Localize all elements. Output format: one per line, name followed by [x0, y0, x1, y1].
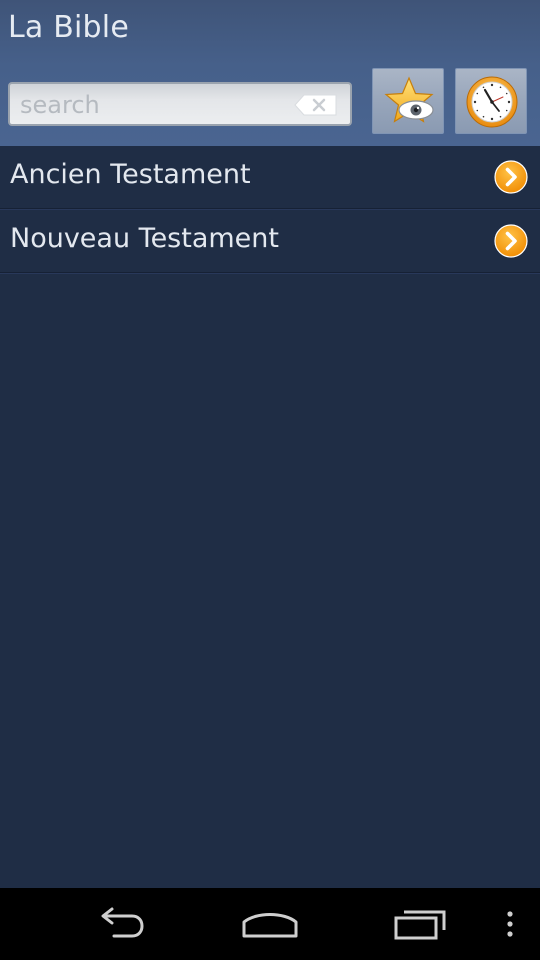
clear-search-icon[interactable] [294, 94, 338, 116]
overflow-menu-icon[interactable] [500, 904, 520, 944]
list-item-nouveau-testament[interactable]: Nouveau Testament [0, 210, 540, 273]
star-eye-icon [384, 76, 434, 123]
list-item-ancien-testament[interactable]: Ancien Testament [0, 146, 540, 209]
app-title: La Bible [8, 10, 129, 45]
chevron-right-icon [494, 160, 528, 194]
clock-icon [466, 76, 518, 128]
list-item-label: Ancien Testament [10, 159, 251, 190]
recent-apps-icon[interactable] [392, 904, 450, 944]
back-icon[interactable] [92, 904, 148, 944]
search-box[interactable] [8, 82, 352, 126]
header: La Bible [0, 0, 540, 146]
chevron-right-icon [494, 224, 528, 258]
list-item-label: Nouveau Testament [10, 223, 279, 254]
app-root: La Bible search Ancien Testament Nouveau… [0, 0, 540, 960]
history-button[interactable] [455, 68, 527, 134]
system-navigation-bar [0, 888, 540, 960]
home-icon[interactable] [240, 904, 300, 944]
favorites-button[interactable] [372, 68, 444, 134]
search-input[interactable] [20, 88, 290, 122]
testament-list: Ancien Testament Nouveau Testament [0, 146, 540, 273]
